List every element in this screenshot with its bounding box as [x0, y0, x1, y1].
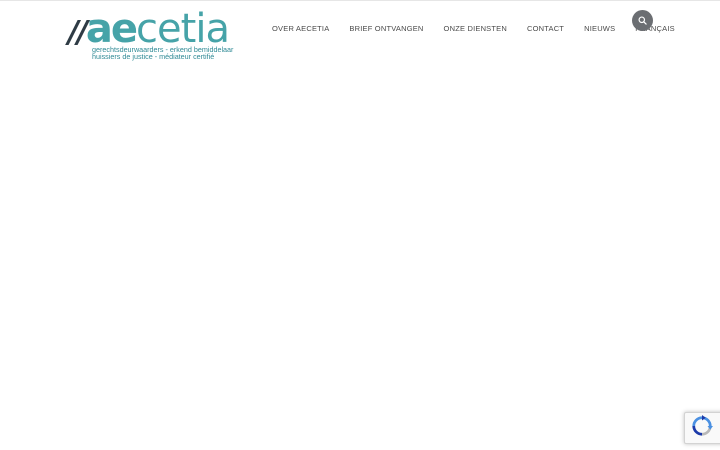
nav-item-nieuws[interactable]: NIEUWS [584, 24, 615, 33]
logo-wordmark: //aecetia [68, 9, 230, 50]
logo-tagline-fr: huissiers de justice - médiateur certifi… [92, 52, 215, 61]
logo-slashes: // [68, 15, 88, 50]
nav-item-over-aecetia[interactable]: OVER AECETIA [272, 24, 329, 33]
recaptcha-badge[interactable] [684, 412, 720, 444]
main-navigation: OVER AECETIA BRIEF ONTVANGEN ONZE DIENST… [272, 22, 675, 34]
search-icon [638, 12, 647, 30]
recaptcha-icon [691, 414, 713, 442]
search-button[interactable] [632, 10, 653, 31]
nav-item-contact[interactable]: CONTACT [527, 24, 564, 33]
top-border [0, 0, 720, 1]
nav-item-brief-ontvangen[interactable]: BRIEF ONTVANGEN [349, 24, 423, 33]
site-logo[interactable]: //aecetia gerechtsdeurwaarders - erkend … [68, 9, 233, 61]
page: //aecetia gerechtsdeurwaarders - erkend … [0, 0, 720, 450]
nav-item-onze-diensten[interactable]: ONZE DIENSTEN [444, 24, 507, 33]
